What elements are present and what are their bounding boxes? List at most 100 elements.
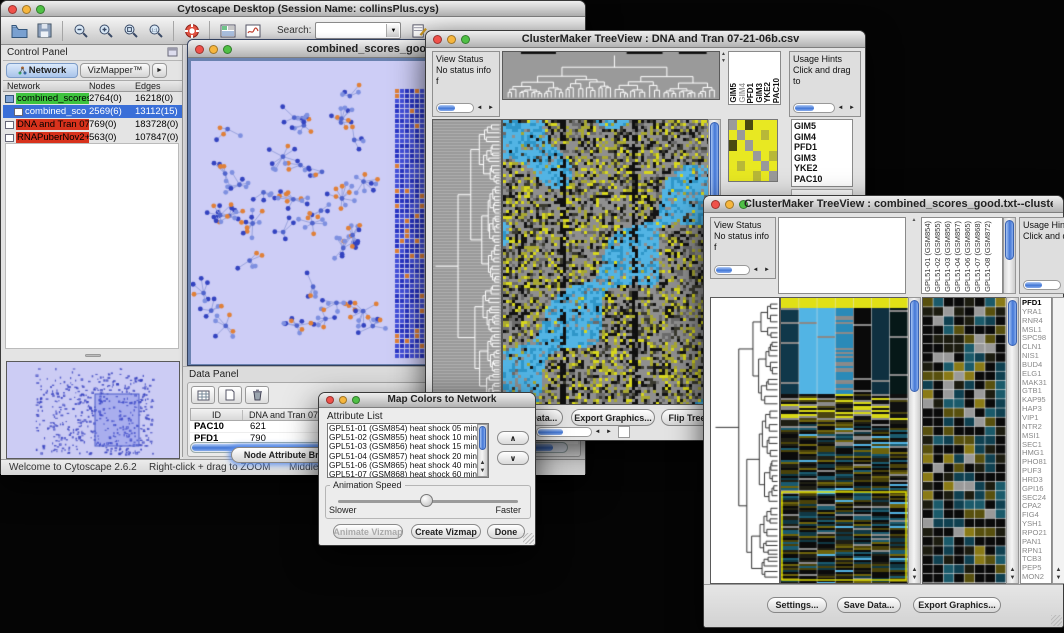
tv2-labels-vscrollbar[interactable] [1003,217,1016,294]
scroll-down-arrow-icon[interactable]: ▼ [1053,574,1064,582]
tv2-zoom-heatmap[interactable] [922,297,1007,584]
new-attribute-button[interactable] [218,386,242,404]
toolbar-separator [62,21,63,41]
zoom-selected-button[interactable] [118,20,143,41]
main-title-bar[interactable]: Cytoscape Desktop (Session Name: collins… [1,1,585,17]
tab-vizmapper[interactable]: VizMapper™ [80,63,150,78]
search-input[interactable]: ▼ [315,22,401,39]
tv2-usage-hints-panel: Usage Hints Click and drag to [1019,217,1064,294]
tv1-export-graphics-button[interactable]: Export Graphics... [571,409,655,426]
tv2-title-bar[interactable]: ClusterMaker TreeView : combined_scores_… [704,196,1063,213]
tv2-row-dendrogram[interactable] [710,297,780,584]
tv2-export-graphics-button[interactable]: Export Graphics... [913,597,1001,613]
slider-thumb[interactable] [420,494,433,507]
close-button[interactable] [8,5,17,14]
resize-grip[interactable] [523,533,534,544]
show-panel-icon[interactable] [215,20,240,41]
tv2-column-tree-area [778,217,906,294]
help-lifebuoy-icon[interactable] [179,20,204,41]
zoom-out-button[interactable] [68,20,93,41]
tv1-bottom-scrollbar[interactable]: ◄ ► [536,426,614,438]
move-down-button[interactable]: ∨ [497,451,529,465]
minimize-button[interactable] [209,45,218,54]
minimize-button[interactable] [725,200,734,209]
tv1-hints-scrollbar[interactable]: ◄ ► [793,102,857,114]
network-table-row[interactable]: DNA and Tran 07 769(0) 183728(0) [3,118,182,131]
tv2-settings-button[interactable]: Settings... [767,597,827,613]
close-button[interactable] [433,35,442,44]
tv2-gene-list-scrollbar[interactable]: ▲ ▼ [1052,297,1064,584]
tv2-zoom-vscrollbar[interactable]: ▲ ▼ [1006,297,1019,584]
tv1-title-bar[interactable]: ClusterMaker TreeView : DNA and Tran 07-… [426,31,865,48]
float-panel-icon[interactable] [167,44,178,62]
gene-label[interactable]: MON2 [1022,573,1050,582]
tv1-row-dendrogram[interactable] [432,119,502,405]
scroll-up-arrow-icon[interactable]: ▲ [478,459,487,467]
matrix-cell [753,161,761,171]
tv1-heatmap[interactable] [502,119,709,405]
matrix-cell [745,140,753,150]
vscrollbar-thumb[interactable] [1008,300,1017,346]
tv1-status-scrollbar[interactable]: ◄ ► [436,102,496,114]
save-button[interactable] [32,20,57,41]
scroll-up-arrow-icon[interactable]: ▲ [909,566,920,574]
delete-attribute-trash-icon[interactable] [245,386,269,404]
resize-grip[interactable] [1051,615,1062,626]
usage-hints-label: Usage Hints [1023,220,1061,231]
birds-eye-view-canvas[interactable] [6,361,180,459]
close-button[interactable] [195,45,204,54]
minimize-button[interactable] [447,35,456,44]
attribute-list-item[interactable]: GPL51-07 (GSM868) heat shock 60 min [329,470,476,478]
tv1-corner-box [618,426,630,438]
dialog-title-bar[interactable]: Map Colors to Network [319,393,535,408]
tv1-zoom-matrix[interactable] [728,119,778,182]
matrix-cell [745,161,753,171]
tab-overflow-arrow[interactable]: ► [152,63,167,78]
scroll-down-arrow-icon[interactable]: ▼ [1007,574,1018,582]
tv2-hints-scrollbar[interactable] [1023,279,1061,291]
annotation-icon[interactable] [240,20,265,41]
tv2-heatmap[interactable] [780,297,909,584]
tv2-heatmap-vscrollbar[interactable]: ▲ ▼ [908,297,921,584]
matrix-cell [737,161,745,171]
attribute-list-label: Attribute List [327,411,383,422]
tv1-column-dendrogram[interactable] [502,51,720,100]
animate-vizmap-button[interactable]: Animate Vizmap [333,524,403,539]
tv1-tree-arrows[interactable]: ▲▼ [720,51,727,100]
scroll-up-arrow-icon[interactable]: ▲ [1007,566,1018,574]
split-pane-handle[interactable] [3,351,182,359]
attribute-listbox[interactable]: GPL51-01 (GSM854) heat shock 05 minGPL51… [327,423,489,478]
window-controls [8,5,45,14]
network-file-icon [5,134,14,142]
scroll-down-arrow-icon[interactable]: ▼ [909,574,920,582]
zoom-fit-button[interactable]: 1:1 [143,20,168,41]
tab-network[interactable]: Network [6,63,78,78]
close-button[interactable] [326,396,334,404]
vscrollbar-thumb[interactable] [910,300,919,392]
close-button[interactable] [711,200,720,209]
network-table-row[interactable]: combined_scores 2764(0) 16218(0) [3,92,182,105]
create-vizmap-button[interactable]: Create Vizmap [411,524,481,539]
minimize-button[interactable] [22,5,31,14]
tv2-gene-list[interactable]: PFD1YRA1RNR4MSL1SPC98CLN1NIS1BUD4ELG1MAK… [1020,297,1052,584]
select-attributes-button[interactable] [191,386,215,404]
search-dropdown-arrow-icon[interactable]: ▼ [386,24,399,37]
scroll-up-arrow-icon[interactable]: ▲ [1053,566,1064,574]
tv2-status-scrollbar[interactable]: ◄ ► [714,264,772,276]
network-table-row[interactable]: combined_sco 2569(6) 13112(15) [3,105,182,118]
tv2-save-data-button[interactable]: Save Data... [837,597,901,613]
desktop: { "colors":{ "accent_blue":"#3a6fd8","he… [0,0,1064,633]
vscrollbar-thumb[interactable] [479,426,486,450]
scroll-down-arrow-icon[interactable]: ▼ [478,467,487,475]
minimize-button[interactable] [339,396,347,404]
tv2-top-arrow-strip[interactable]: ▲ [908,217,920,294]
move-up-button[interactable]: ∧ [497,431,529,445]
vscrollbar-thumb[interactable] [1005,220,1014,260]
open-file-button[interactable] [7,20,32,41]
attribute-list-scrollbar[interactable]: ▲ ▼ [477,424,488,477]
matrix-cell [745,130,753,140]
done-button[interactable]: Done [487,524,525,539]
matrix-cell [761,140,769,150]
matrix-cell [737,140,745,150]
zoom-in-button[interactable] [93,20,118,41]
